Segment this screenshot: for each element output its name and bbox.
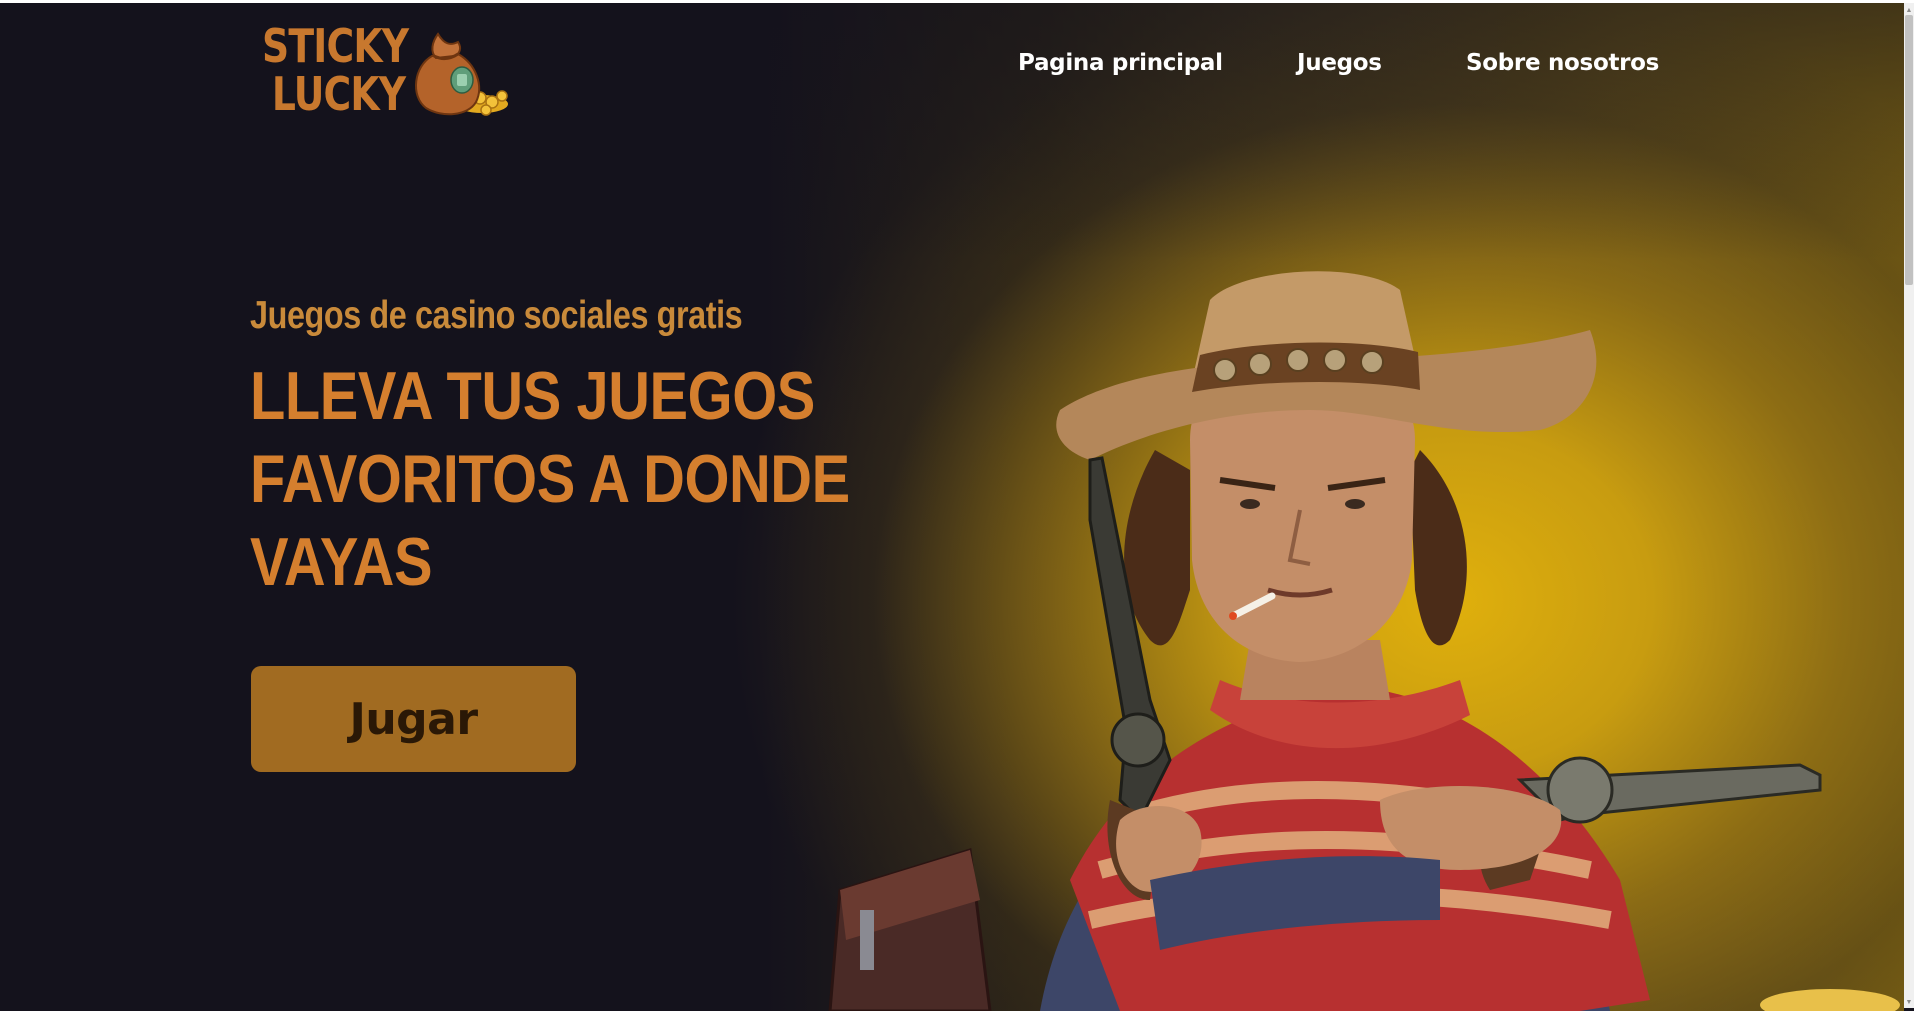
hero-headline: LLEVA TUS JUEGOS FAVORITOS A DONDE VAYAS (250, 355, 850, 604)
top-border (0, 0, 1914, 3)
logo-line-2: LUCKY (271, 67, 406, 121)
cowboy-gunslinger-illustration (828, 271, 1900, 1011)
hero-subtitle: Juegos de casino sociales gratis (250, 294, 743, 337)
headline-line-1: LLEVA TUS JUEGOS (250, 358, 815, 434)
logo-wordmark: STICKY LUCKY (262, 19, 409, 121)
nav-games-link[interactable]: Juegos (1297, 50, 1382, 76)
play-button-label: Jugar (349, 693, 478, 745)
play-button[interactable]: Jugar (251, 666, 576, 772)
headline-line-3: VAYAS (250, 524, 433, 600)
page: STICKY LUCKY Pagina principal Juegos Sob… (0, 0, 1914, 1011)
nav-home-link[interactable]: Pagina principal (1018, 50, 1223, 76)
logo-line-1: STICKY (262, 19, 409, 73)
scroll-down-icon[interactable]: ▼ (1904, 998, 1914, 1008)
headline-line-2: FAVORITOS A DONDE (250, 441, 850, 517)
nav-about-link[interactable]: Sobre nosotros (1466, 50, 1659, 76)
scroll-thumb[interactable] (1905, 15, 1913, 285)
vertical-scrollbar[interactable]: ▲ ▼ (1904, 3, 1914, 1008)
money-bag-icon (414, 32, 508, 116)
logo[interactable]: STICKY LUCKY (262, 22, 512, 122)
